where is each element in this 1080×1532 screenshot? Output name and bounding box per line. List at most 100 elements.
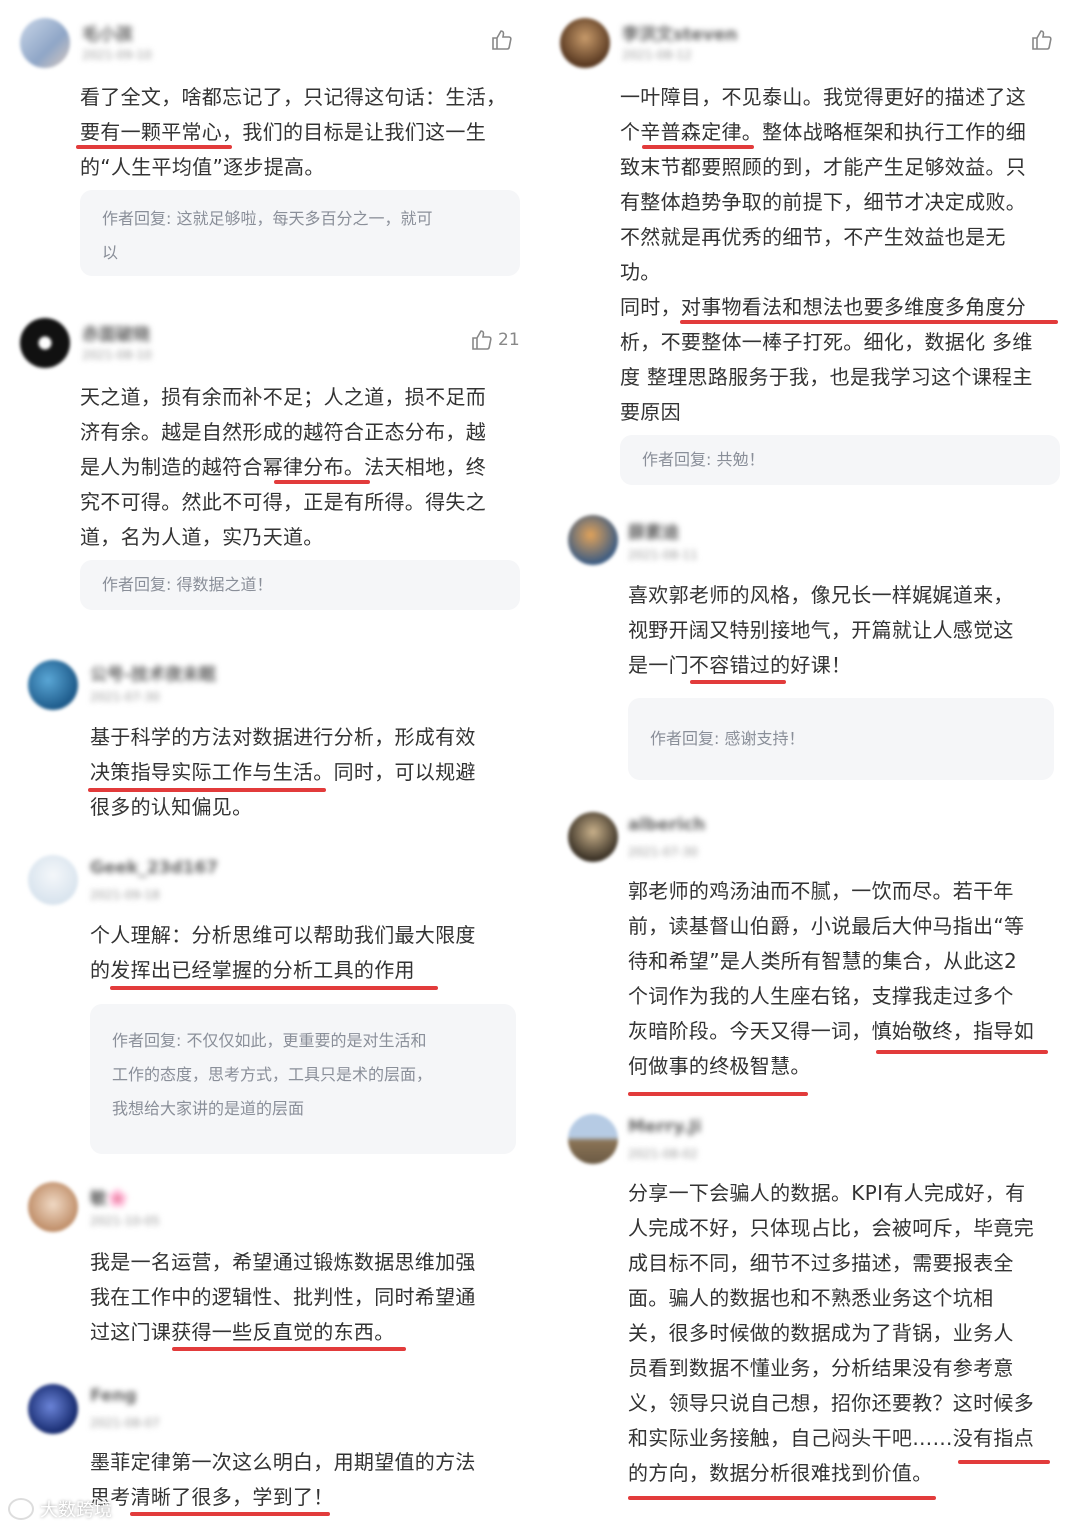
comment-line: 的“人生平均值”逐步提高。: [80, 155, 325, 179]
comment-line: 郭老师的鸡汤油而不腻，一饮而尽。若干年: [628, 879, 1014, 903]
avatar[interactable]: [28, 855, 78, 905]
comment-text: 看了全文，啥都忘记了，只记得这句话：生活， 要有一颗平常心，我们的目标是让我们这…: [80, 80, 506, 185]
comment-line: 不然就是再优秀的细节，不产生效益也是无: [620, 225, 1006, 249]
reply-line: 作者回复: 共勉！: [642, 450, 765, 469]
username[interactable]: Geek_23d167: [90, 858, 218, 878]
highlight-underline: [130, 1512, 330, 1516]
comment-text: 墨菲定律第一次这么明白，用期望值的方法 思考清晰了很多，学到了！: [90, 1445, 476, 1515]
highlight-underline: [958, 1460, 1050, 1464]
comment-date: 2021-09-10: [82, 48, 152, 62]
highlight-underline: [680, 320, 1058, 324]
highlight-underline: [110, 986, 438, 990]
comment-date: 2021-08-12: [622, 48, 692, 62]
comment-line: 义，领导只说自己想，招你还要教？这时候多: [628, 1391, 1034, 1415]
author-reply: 作者回复: 这就足够啦，每天多百分之一，就可 以: [80, 190, 520, 276]
comment-date: 2021-08-07: [90, 1416, 160, 1430]
username[interactable]: 公号-技术夜未眠: [90, 660, 216, 685]
like-button[interactable]: 21: [470, 328, 520, 352]
comment-line: 待和希望”是人类所有智慧的集合，从此这2: [628, 949, 1018, 973]
comment-line: 思考清晰了很多，学到了！: [90, 1485, 334, 1509]
comment-line: 前，读基督山伯爵，小说最后大仲马指出“等: [628, 914, 1025, 938]
comment-date: 2021-10-05: [90, 1214, 160, 1228]
highlight-underline: [172, 1347, 406, 1351]
avatar[interactable]: [28, 660, 78, 710]
comment-line: 要原因: [620, 400, 681, 424]
like-button[interactable]: [490, 28, 518, 52]
comment-text: 基于科学的方法对数据进行分析，形成有效 决策指导实际工作与生活。同时，可以规避 …: [90, 720, 476, 825]
comment-text: 喜欢郭老师的风格，像兄长一样娓娓道来， 视野开阔又特别接地气，开篇就让人感觉这 …: [628, 578, 1014, 683]
watermark-text: 大数跨境: [40, 1500, 112, 1521]
comment-date: 2021-08-11: [628, 548, 698, 562]
comment-text: 分享一下会骗人的数据。KPI有人完成好，有 人完成不好，只体现占比，会被呵斥，毕…: [628, 1176, 1034, 1491]
comment-line: 员看到数据不懂业务，分析结果没有参考意: [628, 1356, 1014, 1380]
username[interactable]: 赤面破晓: [82, 320, 150, 345]
comment-line: 度 整理思路服务于我，也是我学习这个课程主: [620, 365, 1033, 389]
highlight-underline: [642, 145, 754, 149]
comment-date: 2021-08-10: [82, 348, 152, 362]
comment-line: 分享一下会骗人的数据。KPI有人完成好，有: [628, 1181, 1026, 1205]
avatar[interactable]: [20, 318, 70, 368]
comment-text: 天之道，损有余而补不足；人之道，损不足而 济有余。越是自然形成的越符合正态分布，…: [80, 380, 486, 555]
reply-line: 工作的态度，思考方式，工具只是术的层面，: [112, 1065, 433, 1084]
comment-line: 视野开阔又特别接地气，开篇就让人感觉这: [628, 618, 1014, 642]
comment-line: 决策指导实际工作与生活。同时，可以规避: [90, 760, 476, 784]
comment-line: 关，很多时候做的数据成为了背锅，业务人: [628, 1321, 1014, 1345]
comment-line: 灰暗阶段。今天又得一词，慎始敬终，指导如: [628, 1019, 1034, 1043]
like-button[interactable]: [1030, 28, 1058, 52]
comment-line: 究不可得。然此不可得，正是有所得。得失之: [80, 490, 486, 514]
username[interactable]: Merry.Ji: [628, 1117, 701, 1137]
highlight-underline: [628, 1496, 936, 1500]
avatar[interactable]: [28, 1182, 78, 1232]
reply-line: 我想给大家讲的是道的层面: [112, 1099, 305, 1118]
highlight-underline: [76, 145, 232, 149]
username[interactable]: Feng: [90, 1386, 137, 1406]
username[interactable]: 薛素迪: [628, 518, 679, 543]
comment-line: 过这门课获得一些反直觉的东西。: [90, 1320, 395, 1344]
comment-date: 2021-08-02: [628, 1147, 698, 1161]
comment-text: 一叶障目，不见泰山。我觉得更好的描述了这 个辛普森定律。整体战略框架和执行工作的…: [620, 80, 1033, 430]
avatar[interactable]: [560, 18, 610, 68]
comment-line: 一叶障目，不见泰山。我觉得更好的描述了这: [620, 85, 1026, 109]
reply-line: 作者回复: 得数据之道！: [102, 575, 273, 594]
reply-line: 作者回复: 感谢支持！: [650, 729, 805, 748]
avatar[interactable]: [568, 812, 618, 862]
comment-line: 人完成不好，只体现占比，会被呵斥，毕竟完: [628, 1216, 1034, 1240]
reply-line: 作者回复: 不仅仅如此，更重要的是对生活和: [112, 1031, 427, 1050]
comment-date: 2021-07-30: [628, 845, 698, 859]
like-count: 21: [498, 330, 520, 350]
author-reply: 作者回复: 得数据之道！: [80, 560, 520, 610]
username[interactable]: 毛小孩: [82, 20, 133, 45]
comment-line: 很多的认知偏见。: [90, 795, 253, 819]
avatar[interactable]: [28, 1384, 78, 1434]
comment-line: 何做事的终极智慧。: [628, 1054, 811, 1078]
comment-line: 是一门不容错过的好课！: [628, 653, 852, 677]
comment-date: 2021-07-30: [90, 690, 160, 704]
avatar[interactable]: [568, 515, 618, 565]
author-reply: 作者回复: 感谢支持！: [628, 698, 1054, 780]
comment-line: 个词作为我的人生座右铭，支撑我走过多个: [628, 984, 1014, 1008]
thumbs-up-icon: [1032, 30, 1052, 50]
watermark-logo-icon: [8, 1498, 34, 1520]
username[interactable]: 李洪文steven: [622, 20, 738, 45]
comment-line: 个人理解：分析思维可以帮助我们最大限度: [90, 923, 476, 947]
avatar[interactable]: [20, 18, 70, 68]
comment-text: 个人理解：分析思维可以帮助我们最大限度 的发挥出已经掌握的分析工具的作用: [90, 918, 476, 988]
comment-line: 我是一名运营，希望通过锻炼数据思维加强: [90, 1250, 476, 1274]
avatar[interactable]: [568, 1114, 618, 1164]
comment-line: 道，名为人道，实乃天道。: [80, 525, 324, 549]
username[interactable]: alberich: [628, 815, 705, 835]
comment-line: 天之道，损有余而补不足；人之道，损不足而: [80, 385, 486, 409]
highlight-underline: [690, 680, 786, 684]
comment-line: 致末节都要照顾的到，才能产生足够效益。只: [620, 155, 1026, 179]
highlight-underline: [274, 480, 370, 484]
comment-line: 喜欢郭老师的风格，像兄长一样娓娓道来，: [628, 583, 1014, 607]
comment-date: 2021-09-18: [90, 888, 160, 902]
comment-line: 看了全文，啥都忘记了，只记得这句话：生活，: [80, 85, 507, 109]
highlight-underline: [88, 788, 326, 792]
username[interactable]: 敏🌸: [90, 1184, 128, 1209]
comment-line: 的发挥出已经掌握的分析工具的作用: [90, 958, 415, 982]
comment-line: 墨菲定律第一次这么明白，用期望值的方法: [90, 1450, 476, 1474]
comment-line: 析，不要整体一棒子打死。细化，数据化 多维: [620, 330, 1033, 354]
comment-line: 济有余。越是自然形成的越符合正态分布，越: [80, 420, 486, 444]
comment-line: 成目标不同，细节不过多描述，需要报表全: [628, 1251, 1014, 1275]
